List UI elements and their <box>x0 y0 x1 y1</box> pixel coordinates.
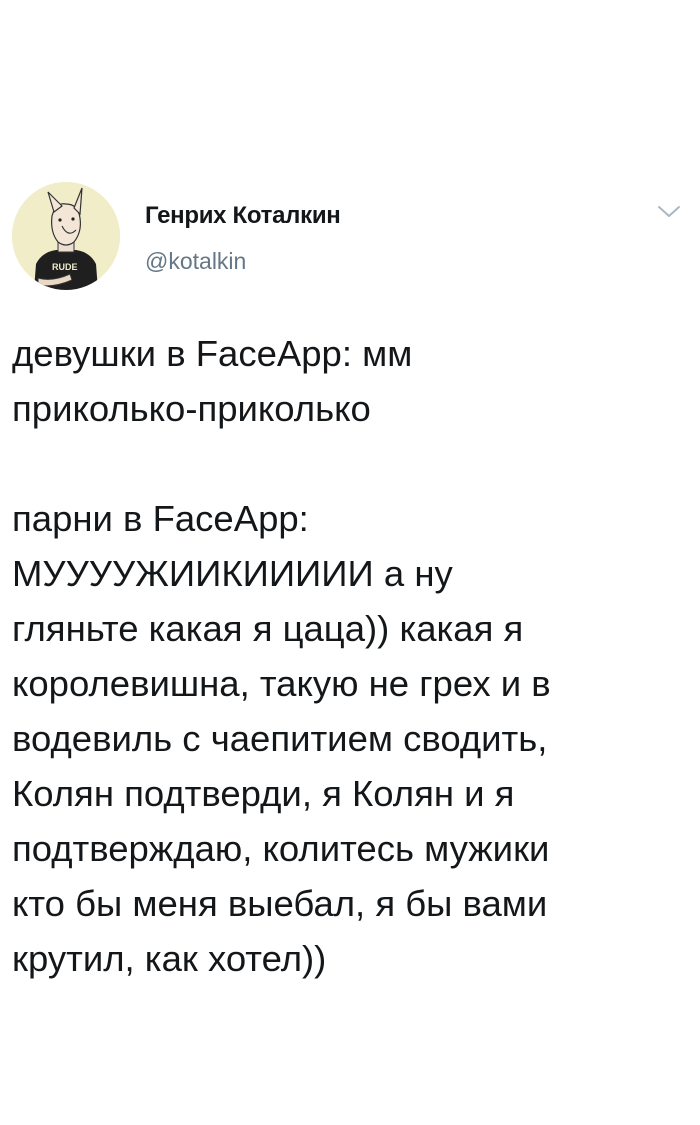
tweet-text-line: подтверждаю, колитесь мужики <box>12 828 550 869</box>
author-display-name[interactable]: Генрих Коталкин <box>145 202 341 230</box>
tweet-header: RUDE Генрих Коталкин @kotalkin <box>12 182 688 294</box>
tweet-text-line: водевиль с чаепитием сводить, <box>12 718 548 759</box>
tweet-card: RUDE Генрих Коталкин @kotalkin девушки в… <box>0 0 700 1125</box>
dog-avatar-icon[interactable]: RUDE <box>12 182 120 290</box>
tweet-text-line: Колян подтверди, я Колян и я <box>12 773 515 814</box>
tweet-text-line: королевишна, такую не грех и в <box>12 663 551 704</box>
tweet-text-line: кто бы меня выебал, я бы вами <box>12 883 548 924</box>
tweet-text: девушки в FaceApp: мм приколько-прикольк… <box>12 326 688 986</box>
avatar-shirt-text: RUDE <box>52 262 78 272</box>
chevron-down-icon[interactable] <box>656 202 682 222</box>
author-handle[interactable]: @kotalkin <box>145 248 246 275</box>
tweet-text-line: МУУУУЖИИКИИИИИ а ну <box>12 553 453 594</box>
tweet-text-line: приколько-приколько <box>12 388 371 429</box>
tweet-text-line: гляньте какая я цаца)) какая я <box>12 608 524 649</box>
tweet-text-line: парни в FaceApp: <box>12 498 309 539</box>
tweet-text-line: крутил, как хотел)) <box>12 938 327 979</box>
tweet-text-line: девушки в FaceApp: мм <box>12 333 413 374</box>
